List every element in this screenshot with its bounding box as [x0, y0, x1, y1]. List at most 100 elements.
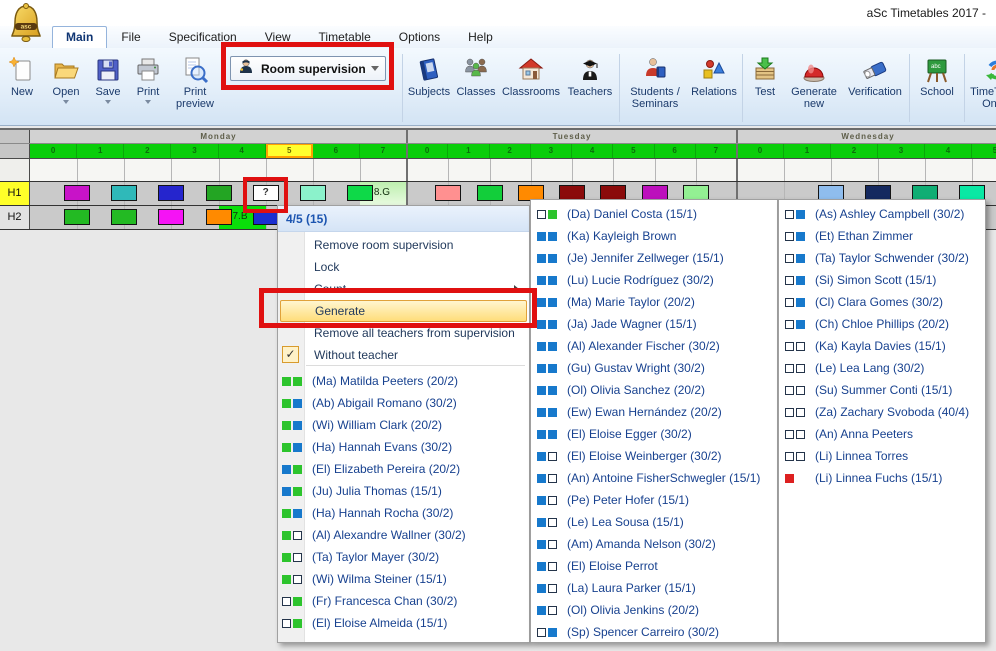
teacher-item[interactable]: (Ka) Kayla Davies (15/1) — [785, 336, 946, 356]
period-cell[interactable]: 6 — [655, 143, 696, 158]
duty-block[interactable] — [347, 185, 373, 201]
teacher-item[interactable]: (Pe) Peter Hofer (15/1) — [537, 490, 689, 510]
tab-specification[interactable]: Specification — [155, 26, 251, 48]
teacher-item[interactable]: (El) Elizabeth Pereira (20/2) — [282, 459, 460, 479]
teacher-item[interactable]: (La) Laura Parker (15/1) — [537, 578, 696, 598]
teacher-item[interactable]: (Ja) Jade Wagner (15/1) — [537, 314, 697, 334]
timetables-online-button[interactable]: TimeTables Online — [967, 52, 996, 110]
duty-block[interactable] — [477, 185, 503, 201]
period-cell[interactable]: 1 — [784, 143, 831, 158]
duty-block[interactable] — [300, 185, 326, 201]
teacher-item[interactable]: (Gu) Gustav Wright (30/2) — [537, 358, 705, 378]
menu-item-lock[interactable]: Lock — [306, 256, 527, 278]
duty-block[interactable] — [158, 185, 184, 201]
teacher-item[interactable]: (Ma) Marie Taylor (20/2) — [537, 292, 695, 312]
teacher-item[interactable]: (An) Antoine FisherSchwegler (15/1) — [537, 468, 760, 488]
teacher-item[interactable]: (Ka) Kayleigh Brown — [537, 226, 676, 246]
school-button[interactable]: abcSchool — [912, 52, 962, 98]
teacher-item[interactable]: (El) Eloise Perrot — [537, 556, 658, 576]
verification-button[interactable]: Verification — [843, 52, 907, 98]
teacher-item[interactable]: (As) Ashley Campbell (30/2) — [785, 204, 964, 224]
teacher-item[interactable]: (Li) Linnea Fuchs (15/1) — [785, 468, 942, 488]
teacher-item[interactable]: (Al) Alexandre Wallner (30/2) — [282, 525, 466, 545]
relations-button[interactable]: Relations — [688, 52, 740, 98]
duty-block[interactable] — [158, 209, 184, 225]
teacher-item[interactable]: (Si) Simon Scott (15/1) — [785, 270, 936, 290]
teachers-button[interactable]: Teachers — [563, 52, 617, 98]
teacher-item[interactable]: (Ol) Olivia Sanchez (20/2) — [537, 380, 705, 400]
duty-block-unassigned[interactable]: ? — [253, 185, 279, 201]
duty-block[interactable] — [111, 185, 137, 201]
period-cell[interactable]: 0 — [737, 143, 784, 158]
teacher-item[interactable]: (An) Anna Peeters — [785, 424, 913, 444]
tab-help[interactable]: Help — [454, 26, 507, 48]
period-cell[interactable]: 7 — [360, 143, 407, 158]
teacher-item[interactable]: (Da) Daniel Costa (15/1) — [537, 204, 697, 224]
duty-block[interactable] — [435, 185, 461, 201]
teacher-item[interactable]: (Fr) Francesca Chan (30/2) — [282, 591, 457, 611]
teacher-item[interactable]: (Ma) Matilda Peeters (20/2) — [282, 371, 458, 391]
teacher-item[interactable]: (Je) Jennifer Zellweger (15/1) — [537, 248, 724, 268]
period-cell[interactable]: 2 — [831, 143, 878, 158]
classrooms-button[interactable]: Classrooms — [499, 52, 563, 98]
period-cell[interactable]: 4 — [572, 143, 613, 158]
period-cell[interactable]: 4 — [219, 143, 266, 158]
period-cell[interactable]: 4 — [925, 143, 972, 158]
print-preview-button[interactable]: Print preview — [168, 52, 222, 110]
teacher-item[interactable]: (Ha) Hannah Evans (30/2) — [282, 437, 452, 457]
period-cell[interactable]: 0 — [407, 143, 448, 158]
teacher-item[interactable]: (Le) Lea Lang (30/2) — [785, 358, 924, 378]
open-button[interactable]: Open — [44, 52, 88, 104]
duty-block[interactable] — [253, 209, 279, 225]
period-cell[interactable]: 3 — [171, 143, 218, 158]
period-cell[interactable]: 1 — [448, 143, 489, 158]
tab-file[interactable]: File — [107, 26, 154, 48]
new-button[interactable]: New — [0, 52, 44, 98]
teacher-item[interactable]: (Sp) Spencer Carreiro (30/2) — [537, 622, 719, 642]
students-seminars-button[interactable]: Students / Seminars — [622, 52, 688, 110]
teacher-item[interactable]: (El) Eloise Almeida (15/1) — [282, 613, 447, 633]
teacher-item[interactable]: (Wi) William Clark (20/2) — [282, 415, 442, 435]
teacher-item[interactable]: (Ju) Julia Thomas (15/1) — [282, 481, 442, 501]
teacher-item[interactable]: (Ew) Ewan Hernández (20/2) — [537, 402, 722, 422]
duty-block[interactable] — [206, 209, 232, 225]
teacher-item[interactable]: (Ha) Hannah Rocha (30/2) — [282, 503, 453, 523]
teacher-item[interactable]: (Ol) Olivia Jenkins (20/2) — [537, 600, 699, 620]
menu-item-generate[interactable]: Generate — [280, 300, 527, 322]
room-supervision-dropdown[interactable]: Room supervision — [230, 56, 386, 81]
period-cell[interactable]: 0 — [30, 143, 77, 158]
tab-options[interactable]: Options — [385, 26, 454, 48]
save-button[interactable]: Save — [88, 52, 128, 104]
teacher-item[interactable]: (Am) Amanda Nelson (30/2) — [537, 534, 716, 554]
teacher-item[interactable]: (Ab) Abigail Romano (30/2) — [282, 393, 457, 413]
teacher-item[interactable]: (Cl) Clara Gomes (30/2) — [785, 292, 943, 312]
menu-item-without-teacher[interactable]: Without teacher — [306, 344, 527, 366]
menu-item-remove-all-teachers-from-supervision[interactable]: Remove all teachers from supervision — [306, 322, 527, 344]
menu-item-remove-room-supervision[interactable]: Remove room supervision — [306, 234, 527, 256]
period-cell[interactable]: 1 — [77, 143, 124, 158]
teacher-item[interactable]: (Su) Summer Conti (15/1) — [785, 380, 952, 400]
period-cell[interactable]: 2 — [124, 143, 171, 158]
teacher-item[interactable]: (Lu) Lucie Rodríguez (30/2) — [537, 270, 714, 290]
row-label-h2[interactable]: H2 — [0, 205, 30, 229]
period-cell[interactable]: 5 — [613, 143, 654, 158]
teacher-item[interactable]: (Ch) Chloe Phillips (20/2) — [785, 314, 949, 334]
teacher-item[interactable]: (Le) Lea Sousa (15/1) — [537, 512, 684, 532]
period-cell-highlighted[interactable]: 5 — [266, 143, 313, 158]
duty-block[interactable] — [206, 185, 232, 201]
generate-new-button[interactable]: Generate new — [785, 52, 843, 110]
period-cell[interactable]: 7 — [696, 143, 737, 158]
period-cell[interactable]: 2 — [490, 143, 531, 158]
duty-block[interactable] — [64, 209, 90, 225]
tab-timetable[interactable]: Timetable — [305, 26, 385, 48]
classes-button[interactable]: Classes — [453, 52, 499, 98]
subjects-button[interactable]: Subjects — [405, 52, 453, 98]
period-cell[interactable]: 3 — [531, 143, 572, 158]
row-label-h1[interactable]: H1 — [0, 181, 30, 205]
menu-item-count[interactable]: Count — [306, 278, 527, 300]
teacher-item[interactable]: (Al) Alexander Fischer (30/2) — [537, 336, 720, 356]
print-button[interactable]: Print — [128, 52, 168, 104]
test-button[interactable]: Test — [745, 52, 785, 98]
teacher-item[interactable]: (Za) Zachary Svoboda (40/4) — [785, 402, 969, 422]
period-cell[interactable]: 6 — [313, 143, 360, 158]
